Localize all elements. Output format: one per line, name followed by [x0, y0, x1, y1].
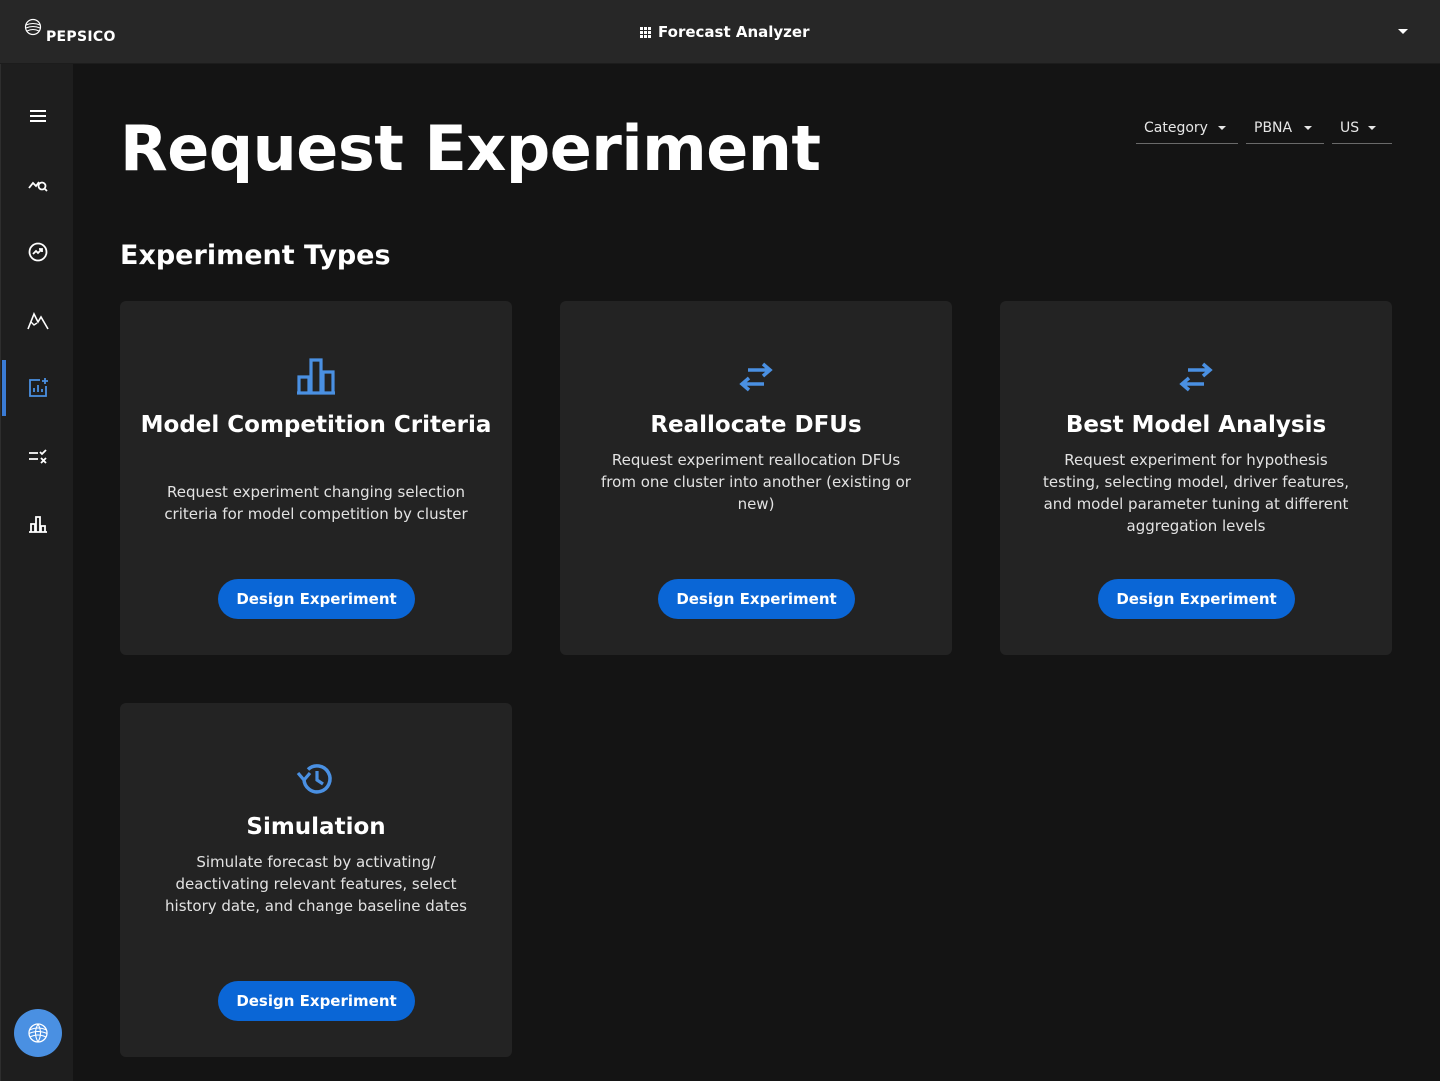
- card-title: Model Competition Criteria: [140, 412, 492, 438]
- country-select[interactable]: US: [1332, 112, 1392, 144]
- swap-arrows-icon: [1179, 362, 1213, 392]
- category-select[interactable]: Category: [1136, 112, 1238, 144]
- design-experiment-button[interactable]: Design Experiment: [658, 579, 855, 619]
- swap-arrows-icon: [739, 362, 773, 392]
- sidebar: [0, 64, 73, 1081]
- design-experiment-button[interactable]: Design Experiment: [1098, 579, 1295, 619]
- globe-logo-icon: [24, 18, 42, 36]
- bar-chart-icon: [28, 516, 47, 533]
- account-menu-chevron-down-icon[interactable]: [1398, 29, 1408, 34]
- mountain-chart-icon: [26, 312, 49, 330]
- experiment-card-model-competition: Model Competition Criteria Request exper…: [120, 301, 512, 655]
- chart-search-icon: [27, 181, 48, 192]
- bar-chart-icon: [297, 358, 335, 395]
- region-select[interactable]: PBNA: [1246, 112, 1324, 144]
- globe-avatar-icon: [28, 1023, 48, 1043]
- card-description: Request experiment for hypothesis testin…: [1043, 451, 1349, 535]
- card-title: Simulation: [246, 814, 386, 840]
- sidebar-item-performance[interactable]: [1, 224, 74, 280]
- region-select-value: PBNA: [1254, 119, 1293, 136]
- card-title: Best Model Analysis: [1065, 412, 1327, 438]
- sidebar-item-menu[interactable]: [1, 88, 74, 144]
- sidebar-item-analysis[interactable]: [1, 156, 74, 212]
- experiment-card-best-model-analysis: Best Model Analysis Request experiment f…: [1000, 301, 1392, 655]
- sidebar-item-trends[interactable]: [1, 292, 74, 348]
- country-select-value: US: [1340, 119, 1360, 136]
- sidebar-item-reports[interactable]: [1, 496, 74, 552]
- card-description: Simulate forecast by activating/ deactiv…: [165, 853, 467, 915]
- experiment-card-simulation: Simulation Simulate forecast by activati…: [120, 703, 512, 1057]
- list-check-icon: [28, 449, 47, 464]
- experiment-card-reallocate-dfus: Reallocate DFUs Request experiment reall…: [560, 301, 952, 655]
- trend-gauge-icon: [28, 242, 47, 262]
- section-title: Experiment Types: [120, 240, 391, 271]
- chart-add-icon: [28, 378, 48, 397]
- history-icon: [296, 764, 332, 794]
- brand-name: PEPSICO: [46, 29, 116, 45]
- top-bar: PEPSICO Forecast Analyzer: [0, 0, 1440, 64]
- app-switcher[interactable]: Forecast Analyzer: [640, 20, 809, 44]
- app-grid-icon: [640, 26, 651, 38]
- design-experiment-button[interactable]: Design Experiment: [218, 579, 415, 619]
- card-title: Reallocate DFUs: [650, 412, 862, 438]
- page-title: Request Experiment: [120, 112, 821, 185]
- chevron-down-icon: [1368, 126, 1376, 130]
- design-experiment-button[interactable]: Design Experiment: [218, 981, 415, 1021]
- card-description: Request experiment changing selection cr…: [164, 483, 468, 523]
- card-description: Request experiment reallocation DFUs fro…: [601, 451, 911, 513]
- menu-icon: [29, 110, 46, 122]
- sidebar-item-request-experiment[interactable]: [1, 360, 74, 416]
- user-avatar[interactable]: [14, 1009, 62, 1057]
- category-select-value: Category: [1144, 119, 1208, 136]
- sidebar-item-tasks[interactable]: [1, 428, 74, 484]
- chevron-down-icon: [1218, 126, 1226, 130]
- chevron-down-icon: [1304, 126, 1312, 130]
- app-title: Forecast Analyzer: [658, 23, 810, 41]
